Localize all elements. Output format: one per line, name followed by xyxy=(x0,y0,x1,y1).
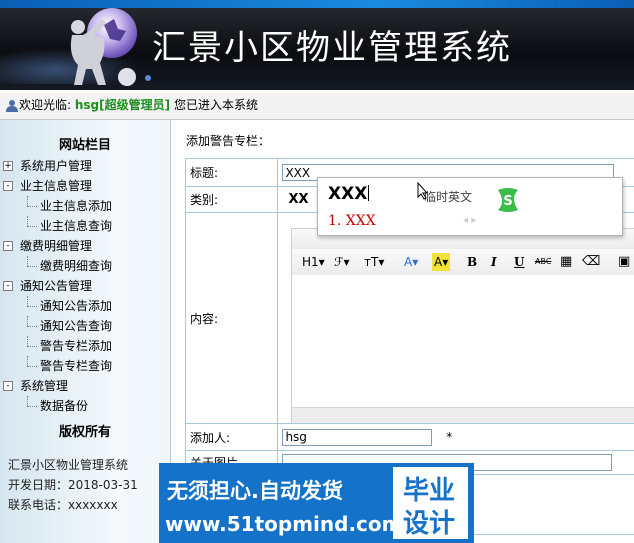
title-label: 标题: xyxy=(184,158,279,187)
nav-item-label[interactable]: 警告专栏添加 xyxy=(40,336,112,356)
ime-candidate-1[interactable]: 1. XXX xyxy=(328,213,376,229)
adder-required-mark: * xyxy=(446,430,453,444)
editor-content-area[interactable] xyxy=(292,275,634,407)
sidebar-heading: 网站栏目 xyxy=(58,138,111,153)
eraser-icon[interactable]: ⌫ xyxy=(582,253,600,271)
editor-toolbar: H1▾ ℱ▾ тT▾ A▾ A▾ B I U ABC ▦ ⌫ ▣ xyxy=(292,249,634,276)
nav-item-label[interactable]: 通知公告查询 xyxy=(40,316,112,336)
welcome-username: hsg[超级管理员] xyxy=(74,98,171,112)
tree-connector xyxy=(27,306,37,307)
nav-item-label[interactable]: 系统用户管理 xyxy=(20,156,92,176)
tree-connector xyxy=(27,326,37,327)
tree-connector xyxy=(27,206,37,207)
nav-item-label[interactable]: 通知公告添加 xyxy=(40,296,112,316)
italic-button[interactable]: I xyxy=(491,253,497,271)
tree-connector xyxy=(27,366,37,367)
nav-item-label[interactable]: 业主信息添加 xyxy=(40,196,112,216)
sidebar: 网站栏目 + 系统用户管理 - 业主信息管理 业主信息添加 业主信息查询 - 缴费明细管理 缴费… xyxy=(0,120,170,543)
nav-item-label[interactable]: 警告专栏查询 xyxy=(40,356,112,376)
tree-connector xyxy=(27,226,37,227)
tree-connector xyxy=(27,266,37,267)
adder-label: 添加人: xyxy=(184,423,279,451)
tree-connector xyxy=(27,406,37,407)
highlight-button[interactable]: A▾ xyxy=(432,253,451,271)
font-family-button[interactable]: ℱ▾ xyxy=(334,253,349,271)
collapse-icon[interactable]: - xyxy=(3,181,13,191)
footer-system-name: 汇景小区物业管理系统 xyxy=(8,458,129,472)
text-caret xyxy=(368,185,370,201)
collapse-icon[interactable]: - xyxy=(3,281,13,291)
image-insert-icon[interactable]: ▣ xyxy=(618,253,630,271)
bold-button[interactable]: B xyxy=(467,253,477,271)
watermark-badge-line2: 设计 xyxy=(403,509,456,539)
nav-item-label[interactable]: 通知公告管理 xyxy=(20,276,92,296)
tree-connector xyxy=(27,336,28,346)
rich-text-editor[interactable]: H1▾ ℱ▾ тT▾ A▾ A▾ B I U ABC ▦ ⌫ ▣ xyxy=(291,228,634,423)
user-icon xyxy=(6,100,18,112)
tree-connector xyxy=(27,296,28,306)
ime-composition: XXX xyxy=(328,184,370,204)
tree-connector xyxy=(27,356,28,366)
svg-text:S: S xyxy=(503,194,512,209)
header-banner: 汇景小区物业管理系统 xyxy=(0,0,634,90)
ime-page-arrows[interactable]: ◂ ▸ xyxy=(463,215,476,226)
tree-connector xyxy=(27,346,37,347)
content-label: 内容: xyxy=(184,212,279,424)
watermark-url: www.51topmind.com xyxy=(165,512,403,536)
copyright-heading: 版权所有 xyxy=(58,425,111,440)
nav-item-label[interactable]: 业主信息查询 xyxy=(40,216,112,236)
sogou-s-icon: S xyxy=(498,188,518,212)
category-label: 类别: xyxy=(184,186,279,213)
collapse-icon[interactable]: - xyxy=(3,241,13,251)
logo-figure-icon xyxy=(70,8,151,86)
watermark-badge: 毕业 设计 xyxy=(393,467,468,539)
welcome-prefix: 欢迎光临: xyxy=(19,98,72,112)
system-title: 汇景小区物业管理系统 xyxy=(152,28,512,68)
mouse-cursor-icon xyxy=(417,182,429,200)
nav-item-label[interactable]: 业主信息管理 xyxy=(20,176,92,196)
heading-button[interactable]: H1▾ xyxy=(302,253,325,271)
ime-candidate-window: XXX 临时英文 S 1. XXX ◂ ▸ xyxy=(317,177,623,236)
watermark-line1: 无须担心.自动发货 xyxy=(167,479,343,503)
tree-connector xyxy=(27,396,28,406)
nav-item-label[interactable]: 缴费明细查询 xyxy=(40,256,112,276)
font-color-button[interactable]: A▾ xyxy=(404,253,418,271)
editor-status-bar xyxy=(292,407,634,423)
tree-connector xyxy=(27,196,28,206)
section-title: 添加警告专栏： xyxy=(186,134,271,148)
collapse-icon[interactable]: - xyxy=(3,381,13,391)
watermark-badge-line1: 毕业 xyxy=(403,476,456,506)
welcome-suffix: 您已进入本系统 xyxy=(173,98,258,112)
welcome-bar: 欢迎光临: hsg[超级管理员] 您已进入本系统 xyxy=(0,92,634,120)
nav-item-label[interactable]: 缴费明细管理 xyxy=(20,236,92,256)
tree-connector xyxy=(27,316,28,326)
ime-mode-label: 临时英文 xyxy=(424,190,473,204)
welcome-text: 欢迎光临: hsg[超级管理员] 您已进入本系统 xyxy=(19,92,258,119)
underline-button[interactable]: U xyxy=(514,253,524,271)
nav-item-label[interactable]: 数据备份 xyxy=(40,396,88,416)
strikethrough-button[interactable]: ABC xyxy=(535,253,551,271)
tree-connector xyxy=(27,216,28,226)
table-icon[interactable]: ▦ xyxy=(560,253,572,271)
font-size-button[interactable]: тT▾ xyxy=(364,253,384,271)
footer-phone: 联系电话：xxxxxxx xyxy=(8,498,118,512)
watermark-banner: 无须担心.自动发货 www.51topmind.com 毕业 设计 xyxy=(159,463,474,543)
footer-dev-date: 开发日期：2018-03-31 xyxy=(8,478,138,492)
nav-item-label[interactable]: 系统管理 xyxy=(20,376,68,396)
adder-input[interactable] xyxy=(282,428,433,446)
expand-icon[interactable]: + xyxy=(3,161,13,171)
tree-connector xyxy=(27,256,28,266)
